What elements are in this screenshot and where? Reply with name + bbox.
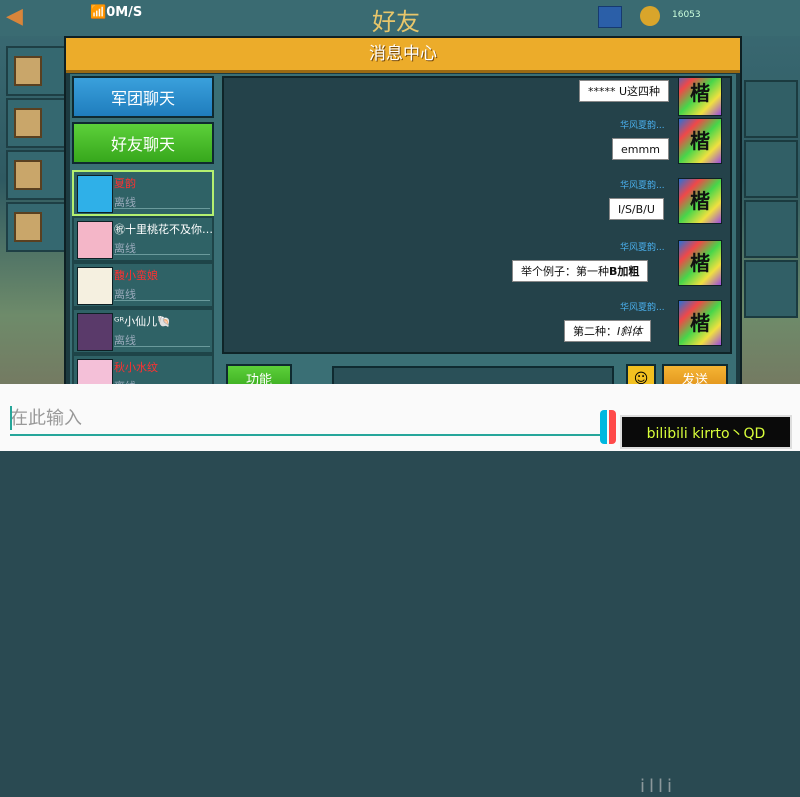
avatar: 楷 [678, 178, 722, 224]
tab-friend-chat[interactable]: 好友聊天 [72, 122, 214, 164]
divider [114, 254, 210, 255]
sender-name: 华风夏韵... [620, 303, 665, 313]
background-page-title: 好友 [372, 8, 420, 36]
background-right-panel [738, 40, 800, 360]
menu-item-icon [14, 212, 42, 242]
ime-text-input[interactable]: 在此输入 [10, 404, 602, 436]
chat-bubble: ***** U这四种 [579, 80, 670, 102]
divider [114, 300, 210, 301]
switch-controller-icon [600, 410, 616, 444]
friend-list-item[interactable]: 馥小蛮娘 离线 [72, 262, 214, 308]
coin-count: 16053 [672, 10, 701, 20]
menu-item-icon [14, 160, 42, 190]
avatar [77, 221, 113, 259]
friend-name: 秋小水纹 [114, 361, 158, 374]
network-speed: 0M/S [106, 5, 143, 20]
chat-bubble: I/S/B/U [609, 198, 664, 220]
right-panel-item [744, 260, 798, 318]
chat-bubble: 举个例子：第一种B加粗 [512, 260, 649, 282]
friend-list-item[interactable]: ᴳᴿ小仙儿🐚 离线 [72, 308, 214, 354]
dialog-title: 消息中心 [369, 44, 437, 64]
avatar: 楷 [678, 118, 722, 164]
bilibili-watermark: bilibili kirrto丶QD [620, 415, 792, 449]
sender-name: 华风夏韵... [620, 181, 665, 191]
side-menu-item[interactable] [6, 150, 66, 200]
avatar: 楷 [678, 78, 722, 116]
friend-name: 夏韵 [114, 177, 136, 190]
side-menu-item[interactable] [6, 46, 66, 96]
network-status: 📶0M/S [90, 5, 142, 20]
wifi-icon: 📶 [90, 5, 107, 20]
back-arrow-icon[interactable]: ◀ [6, 6, 34, 28]
game-top-bar: ◀ 📶0M/S 好友 16053 [0, 0, 800, 36]
sender-name: 华风夏韵... [620, 121, 665, 131]
avatar: 楷 [678, 240, 722, 286]
background-side-menu [0, 40, 66, 360]
avatar [77, 175, 113, 213]
right-panel-item [744, 80, 798, 138]
chat-message-area[interactable]: ***** U这四种 楷 华风夏韵... emmm 楷 华风夏韵... I/S/… [222, 76, 732, 354]
menu-item-icon [14, 56, 42, 86]
menu-item-icon [14, 108, 42, 138]
dialog-body: 军团聊天 好友聊天 夏韵 离线 ㊗十里桃花不及你… 离线 馥小蛮娘 离线 ᴳᴿ小… [70, 74, 736, 397]
friend-list-item[interactable]: ㊗十里桃花不及你… 离线 [72, 216, 214, 262]
tab-team-chat[interactable]: 军团聊天 [72, 76, 214, 118]
sender-name: 华风夏韵... [620, 243, 665, 253]
avatar [77, 267, 113, 305]
coin-icon [640, 6, 660, 26]
dialog-header: 消息中心 [66, 38, 740, 73]
avatar [77, 313, 113, 351]
side-menu-item[interactable] [6, 202, 66, 252]
joycon-right [609, 410, 616, 444]
message-center-dialog: 消息中心 军团聊天 好友聊天 夏韵 离线 ㊗十里桃花不及你… 离线 馥小蛮娘 离… [64, 36, 742, 400]
side-menu-item[interactable] [6, 98, 66, 148]
divider [114, 346, 210, 347]
chat-bubble: 第二种：I斜体 [564, 320, 652, 342]
friend-name: ㊗十里桃花不及你… [114, 223, 212, 236]
right-panel-item [744, 140, 798, 198]
joycon-left [600, 410, 607, 444]
chat-bubble: emmm [612, 138, 669, 160]
text-caret [10, 406, 12, 430]
avatar: 楷 [678, 300, 722, 346]
mail-icon[interactable] [598, 6, 622, 28]
friend-name: ᴳᴿ小仙儿🐚 [114, 315, 171, 328]
divider [114, 208, 210, 209]
friend-list-item[interactable]: 夏韵 离线 [72, 170, 214, 216]
right-panel-item [744, 200, 798, 258]
watermark-ghost-text: illi [640, 776, 677, 797]
friend-name: 馥小蛮娘 [114, 269, 158, 282]
